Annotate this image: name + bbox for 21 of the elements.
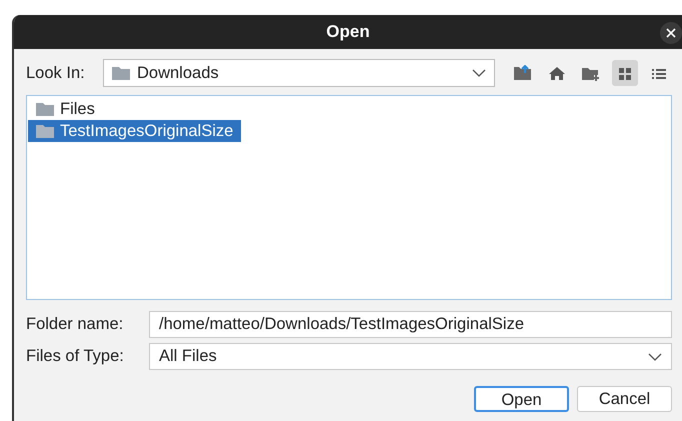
open-button[interactable]: Open xyxy=(474,386,569,412)
folder-up-icon xyxy=(514,64,532,82)
folder-icon xyxy=(36,124,54,138)
folder-name-label: Folder name: xyxy=(26,314,124,336)
look-in-label: Look In: xyxy=(26,62,86,84)
folder-name-field[interactable]: /home/matteo/Downloads/TestImagesOriginalSize xyxy=(149,311,672,338)
close-icon xyxy=(666,28,676,38)
files-of-type-dropdown[interactable]: All Files xyxy=(149,343,672,370)
chevron-down-icon xyxy=(472,69,486,77)
folder-icon xyxy=(112,66,130,80)
file-list-item[interactable]: Files xyxy=(28,98,103,120)
window-title: Open xyxy=(326,21,370,44)
files-of-type-label: Files of Type: xyxy=(26,346,125,368)
cancel-button[interactable]: Cancel xyxy=(577,386,672,412)
file-list-item[interactable]: TestImagesOriginalSize xyxy=(28,120,242,142)
home-icon xyxy=(548,64,566,82)
close-button[interactable] xyxy=(660,22,682,44)
look-in-dropdown[interactable]: Downloads xyxy=(103,59,495,87)
folder-icon xyxy=(36,102,54,116)
chevron-down-icon xyxy=(648,352,662,360)
view-toggle-button[interactable] xyxy=(612,60,638,86)
